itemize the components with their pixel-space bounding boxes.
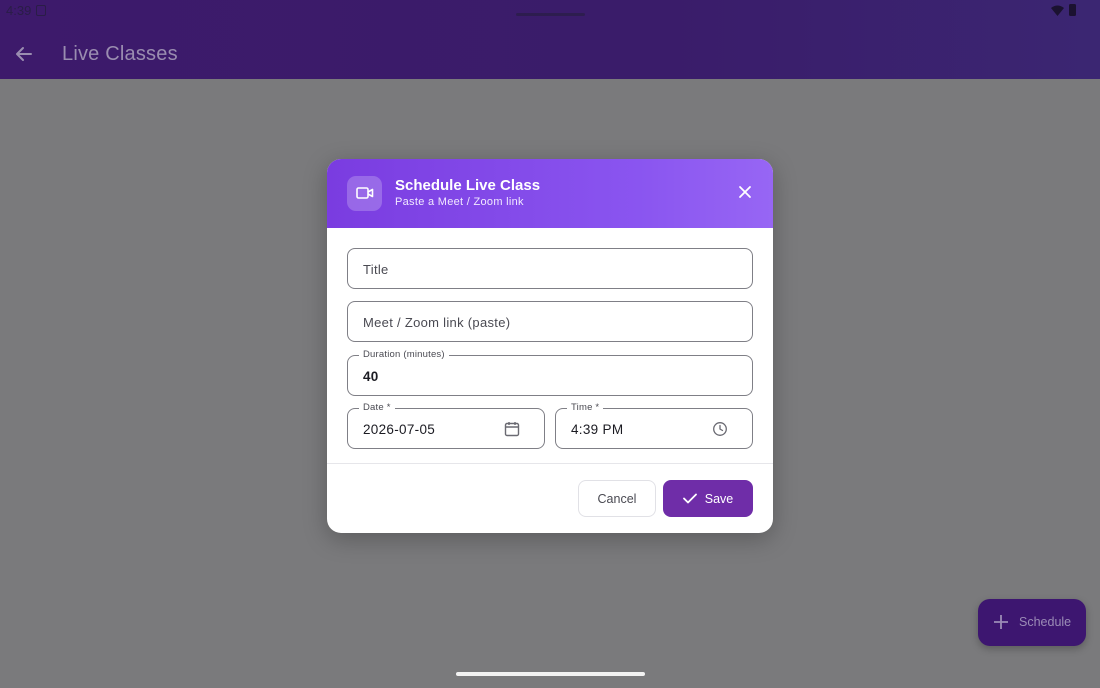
cancel-label: Cancel: [597, 491, 637, 506]
status-time: 4:39: [6, 3, 32, 18]
video-camera-icon: [356, 187, 374, 199]
wifi-icon: [1051, 4, 1064, 19]
home-indicator[interactable]: [456, 672, 645, 676]
meeting-link-input[interactable]: Meet / Zoom link (paste): [347, 301, 753, 342]
schedule-dialog: Schedule Live Class Paste a Meet / Zoom …: [327, 159, 773, 533]
app-title: Live Classes: [62, 43, 178, 65]
schedule-fab[interactable]: Schedule: [978, 599, 1086, 646]
time-field[interactable]: Time * 4:39 PM: [555, 402, 753, 449]
status-bar: 4:39: [0, 0, 1100, 22]
time-value: 4:39 PM: [571, 422, 624, 437]
date-field[interactable]: Date * 2026-07-05: [347, 402, 545, 449]
duration-value: 40: [363, 369, 379, 384]
calendar-icon[interactable]: [504, 421, 520, 442]
arrow-left-icon[interactable]: [14, 44, 34, 69]
time-label: Time *: [567, 402, 604, 413]
date-value: 2026-07-05: [363, 422, 436, 437]
title-placeholder: Title: [363, 262, 389, 277]
dialog-title: Schedule Live Class: [395, 177, 541, 194]
duration-input[interactable]: Duration (minutes) 40: [347, 349, 753, 396]
plus-icon: [994, 615, 1008, 629]
close-icon[interactable]: [738, 185, 752, 204]
save-label: Save: [704, 491, 734, 506]
cancel-button[interactable]: Cancel: [578, 480, 656, 517]
clock-icon[interactable]: [712, 421, 728, 442]
title-input[interactable]: Title: [347, 248, 753, 289]
dialog-subtitle: Paste a Meet / Zoom link: [395, 196, 524, 208]
dialog-divider: [327, 463, 773, 464]
check-icon: [682, 493, 697, 504]
battery-icon: [1069, 4, 1076, 16]
header-icon-box: [347, 176, 382, 211]
link-placeholder: Meet / Zoom link (paste): [363, 315, 511, 330]
dialog-header: Schedule Live Class Paste a Meet / Zoom …: [327, 159, 773, 228]
fab-label: Schedule: [1019, 615, 1072, 629]
save-button[interactable]: Save: [663, 480, 753, 517]
duration-label: Duration (minutes): [359, 349, 449, 360]
notification-icon: [36, 5, 46, 16]
camera-notch-indicator: [516, 13, 585, 16]
date-label: Date *: [359, 402, 395, 413]
